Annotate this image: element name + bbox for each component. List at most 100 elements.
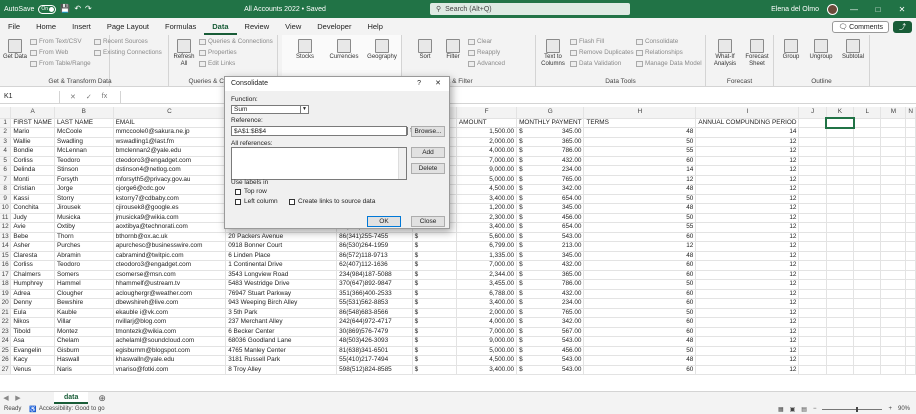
cell-first-name[interactable]: Corliss	[10, 260, 55, 271]
cell-n[interactable]	[905, 156, 916, 166]
cell-first-name[interactable]: Claresta	[10, 251, 55, 261]
cell-phone[interactable]: 48(503)426-3093	[336, 336, 413, 347]
cell-first-name[interactable]: Eula	[10, 308, 55, 318]
cell-j[interactable]	[798, 260, 827, 271]
cell-email[interactable]: aoxtibya@technorati.com	[113, 222, 227, 233]
cell-email[interactable]: nvillarj@blog.com	[113, 317, 227, 328]
cell-n[interactable]	[905, 137, 916, 147]
cell-first-name[interactable]: Evangelin	[10, 346, 55, 356]
cell-monthly-payment[interactable]: $432.00	[516, 156, 585, 166]
cell-terms[interactable]: 48	[583, 203, 697, 214]
cell-m[interactable]	[880, 355, 907, 366]
cell-last-name[interactable]: Musicka	[54, 213, 114, 223]
cell-last-name[interactable]: Naris	[54, 365, 114, 375]
cell-m[interactable]	[880, 194, 907, 204]
cell-terms[interactable]: 60	[583, 365, 697, 375]
cell-m[interactable]	[880, 146, 907, 157]
row-header[interactable]: 12	[0, 222, 12, 233]
row-header[interactable]: 3	[0, 137, 12, 147]
cell-m[interactable]	[880, 137, 907, 147]
column-header-k[interactable]: K	[826, 107, 855, 119]
cell-l[interactable]	[853, 146, 882, 157]
cell-email[interactable]: mmccoole0@sakura.ne.jp	[113, 127, 227, 138]
cell-last-name[interactable]: Storry	[54, 194, 114, 204]
cell-last-name[interactable]: Stinson	[54, 165, 114, 176]
header-cell[interactable]: TERMS	[583, 118, 697, 128]
data-validation-button[interactable]: Data Validation	[570, 60, 621, 67]
cell-compounding[interactable]: 12	[695, 355, 800, 366]
cell-amount[interactable]: 7,000.00	[456, 156, 518, 166]
cell-phone[interactable]: 86(548)683-8566	[336, 308, 413, 318]
filter-button[interactable]: Filter	[440, 39, 466, 61]
header-cell[interactable]: AMOUNT	[456, 118, 518, 128]
cell-amount[interactable]: 4,500.00	[456, 184, 518, 195]
fx-icon[interactable]: fx	[102, 93, 107, 101]
cell-address[interactable]: 6 Linden Place	[225, 251, 338, 261]
cell-m[interactable]	[880, 298, 907, 309]
cell-m[interactable]	[880, 317, 907, 328]
relationships-button[interactable]: Relationships	[636, 49, 683, 56]
cell-k[interactable]	[826, 355, 855, 366]
edit-links-button[interactable]: Edit Links	[199, 60, 235, 67]
cell-j[interactable]	[798, 184, 827, 195]
cell-phone[interactable]: 86(572)118-9713	[336, 251, 413, 261]
cell-amount[interactable]: 1,500.00	[456, 127, 518, 138]
cell-j[interactable]	[798, 194, 827, 204]
cell-k[interactable]	[826, 232, 855, 242]
cell-compounding[interactable]: 12	[695, 213, 800, 223]
manage-data-model-button[interactable]: Manage Data Model	[636, 60, 702, 67]
remove-duplicates-button[interactable]: Remove Duplicates	[570, 49, 634, 56]
cell-n[interactable]	[905, 317, 916, 328]
cell-last-name[interactable]: Haswall	[54, 355, 114, 366]
cell-j[interactable]	[798, 156, 827, 166]
add-button[interactable]: Add	[411, 147, 445, 158]
cell-phone[interactable]: 86(530)264-1959	[336, 241, 413, 252]
ok-button[interactable]: OK	[367, 216, 401, 227]
cell-j[interactable]	[798, 346, 827, 356]
cell-compounding[interactable]: 12	[695, 241, 800, 252]
cell-k[interactable]	[826, 365, 855, 375]
cell-first-name[interactable]: Bondie	[10, 146, 55, 157]
cell-currency[interactable]: $	[412, 317, 457, 328]
cell-compounding[interactable]: 12	[695, 317, 800, 328]
user-name[interactable]: Elena del Olmo	[771, 6, 819, 13]
cell-last-name[interactable]: Montez	[54, 327, 114, 337]
cell-first-name[interactable]: Monti	[10, 175, 55, 185]
cell-n[interactable]	[905, 365, 916, 375]
cell-monthly-payment[interactable]: $543.00	[516, 232, 585, 242]
cell-email[interactable]: jmusicka9@wikia.com	[113, 213, 227, 223]
cell-n[interactable]	[905, 346, 916, 356]
cell-monthly-payment[interactable]: $543.00	[516, 336, 585, 347]
avatar[interactable]	[827, 3, 838, 15]
flash-fill-button[interactable]: Flash Fill	[570, 38, 604, 45]
cell-j[interactable]	[798, 251, 827, 261]
cell-email[interactable]: dstinson4@netlog.com	[113, 165, 227, 176]
save-icon[interactable]: 💾	[60, 5, 70, 13]
stocks-button[interactable]: Stocks	[290, 39, 320, 61]
cancel-icon[interactable]: ✕	[70, 93, 76, 101]
cell-email[interactable]: csomerse@msn.com	[113, 270, 227, 280]
cell-k[interactable]	[826, 289, 855, 299]
cell-email[interactable]: kstorry7@cdbaby.com	[113, 194, 227, 204]
subtotal-button[interactable]: Subtotal	[838, 39, 868, 61]
cell-n[interactable]	[905, 175, 916, 185]
share-button[interactable]: ⤴	[893, 20, 912, 33]
cell-l[interactable]	[853, 194, 882, 204]
cell-j[interactable]	[798, 222, 827, 233]
row-header[interactable]: 19	[0, 289, 12, 299]
cell-l[interactable]	[853, 203, 882, 214]
cell-first-name[interactable]: Chalmers	[10, 270, 55, 280]
existing-connections-button[interactable]: Existing Connections	[94, 49, 162, 56]
cell-amount[interactable]: 1,200.00	[456, 203, 518, 214]
cell-last-name[interactable]: Forsyth	[54, 175, 114, 185]
cell-first-name[interactable]: Kacy	[10, 355, 55, 366]
header-cell[interactable]: ANNUAL COMPUNDING PERIOD	[695, 118, 800, 128]
cell-compounding[interactable]: 12	[695, 251, 800, 261]
cell-k[interactable]	[826, 184, 855, 195]
refresh-all-button[interactable]: Refresh All	[171, 39, 197, 68]
column-header-f[interactable]: F	[456, 107, 518, 119]
tab-insert[interactable]: Insert	[64, 18, 99, 35]
cell-amount[interactable]: 2,000.00	[456, 137, 518, 147]
column-header-l[interactable]: L	[853, 107, 882, 119]
forecast-sheet-button[interactable]: Forecast Sheet	[742, 39, 772, 68]
